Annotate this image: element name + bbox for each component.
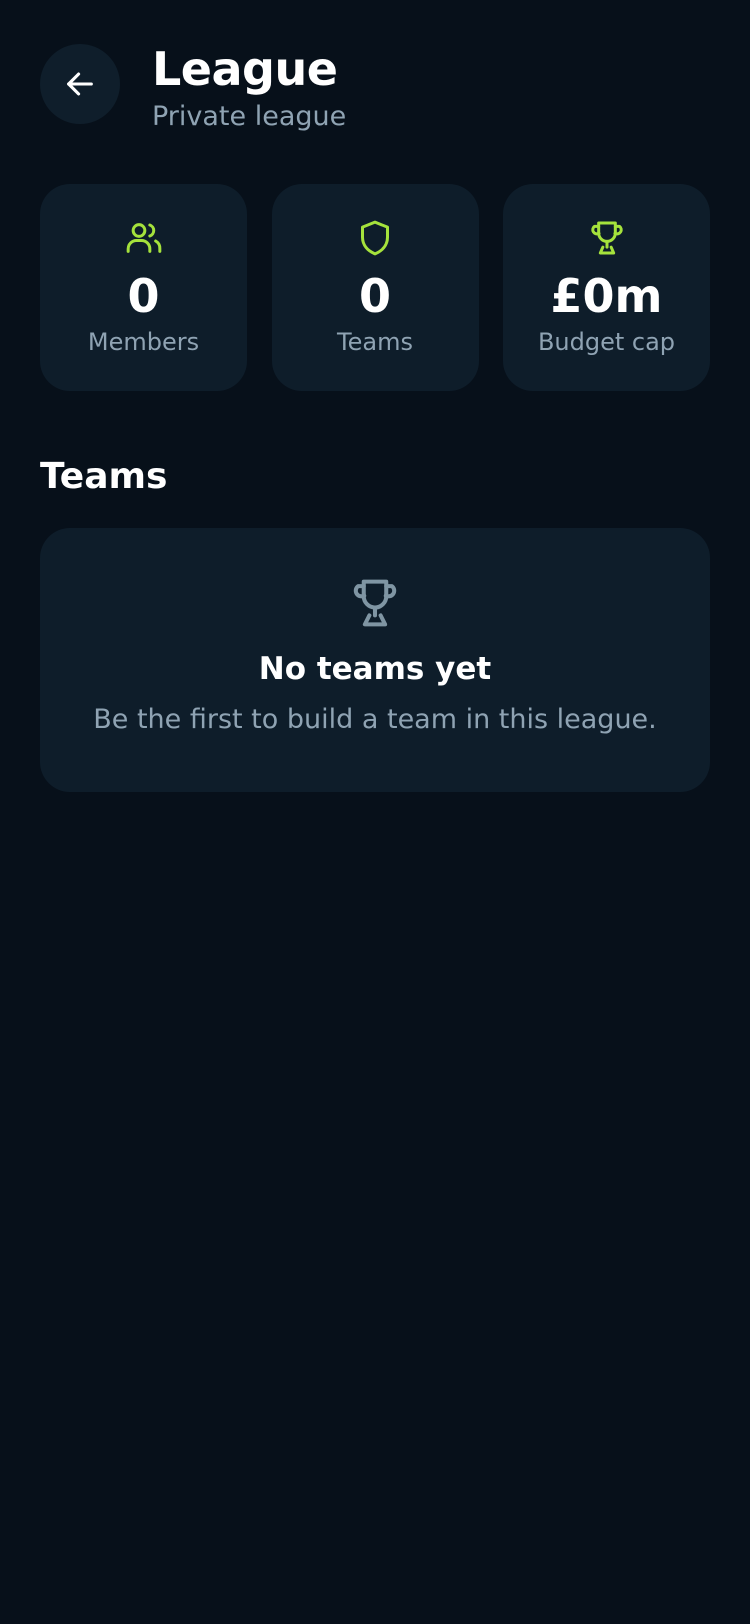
shield-icon <box>355 218 395 258</box>
users-icon <box>124 218 164 258</box>
stat-label: Teams <box>337 328 413 356</box>
trophy-icon <box>587 218 627 258</box>
stat-label: Members <box>87 328 200 356</box>
empty-state-text: Be the first to build a team in this lea… <box>93 704 657 735</box>
stat-value: 0 <box>358 269 391 323</box>
back-button[interactable] <box>40 44 120 124</box>
stat-card-budget: £0m Budget cap <box>503 184 710 391</box>
stats-row: 0 Members 0 Teams £0m Budget cap <box>40 184 710 391</box>
page-title: League <box>152 42 338 96</box>
stat-card-members: 0 Members <box>40 184 247 391</box>
header-text: League Private league <box>152 40 346 134</box>
teams-section-title: Teams <box>40 456 168 497</box>
stat-value: £0m <box>550 269 663 323</box>
stat-label: Budget cap <box>537 328 676 356</box>
stat-value: 0 <box>127 269 160 323</box>
page-subtitle: Private league <box>152 101 347 132</box>
trophy-icon <box>348 576 402 634</box>
empty-state-title: No teams yet <box>258 651 492 687</box>
teams-empty-state: No teams yet Be the first to build a tea… <box>40 528 710 792</box>
arrow-left-icon <box>67 72 93 96</box>
page-header: League Private league <box>40 42 346 134</box>
stat-card-teams: 0 Teams <box>271 184 479 391</box>
